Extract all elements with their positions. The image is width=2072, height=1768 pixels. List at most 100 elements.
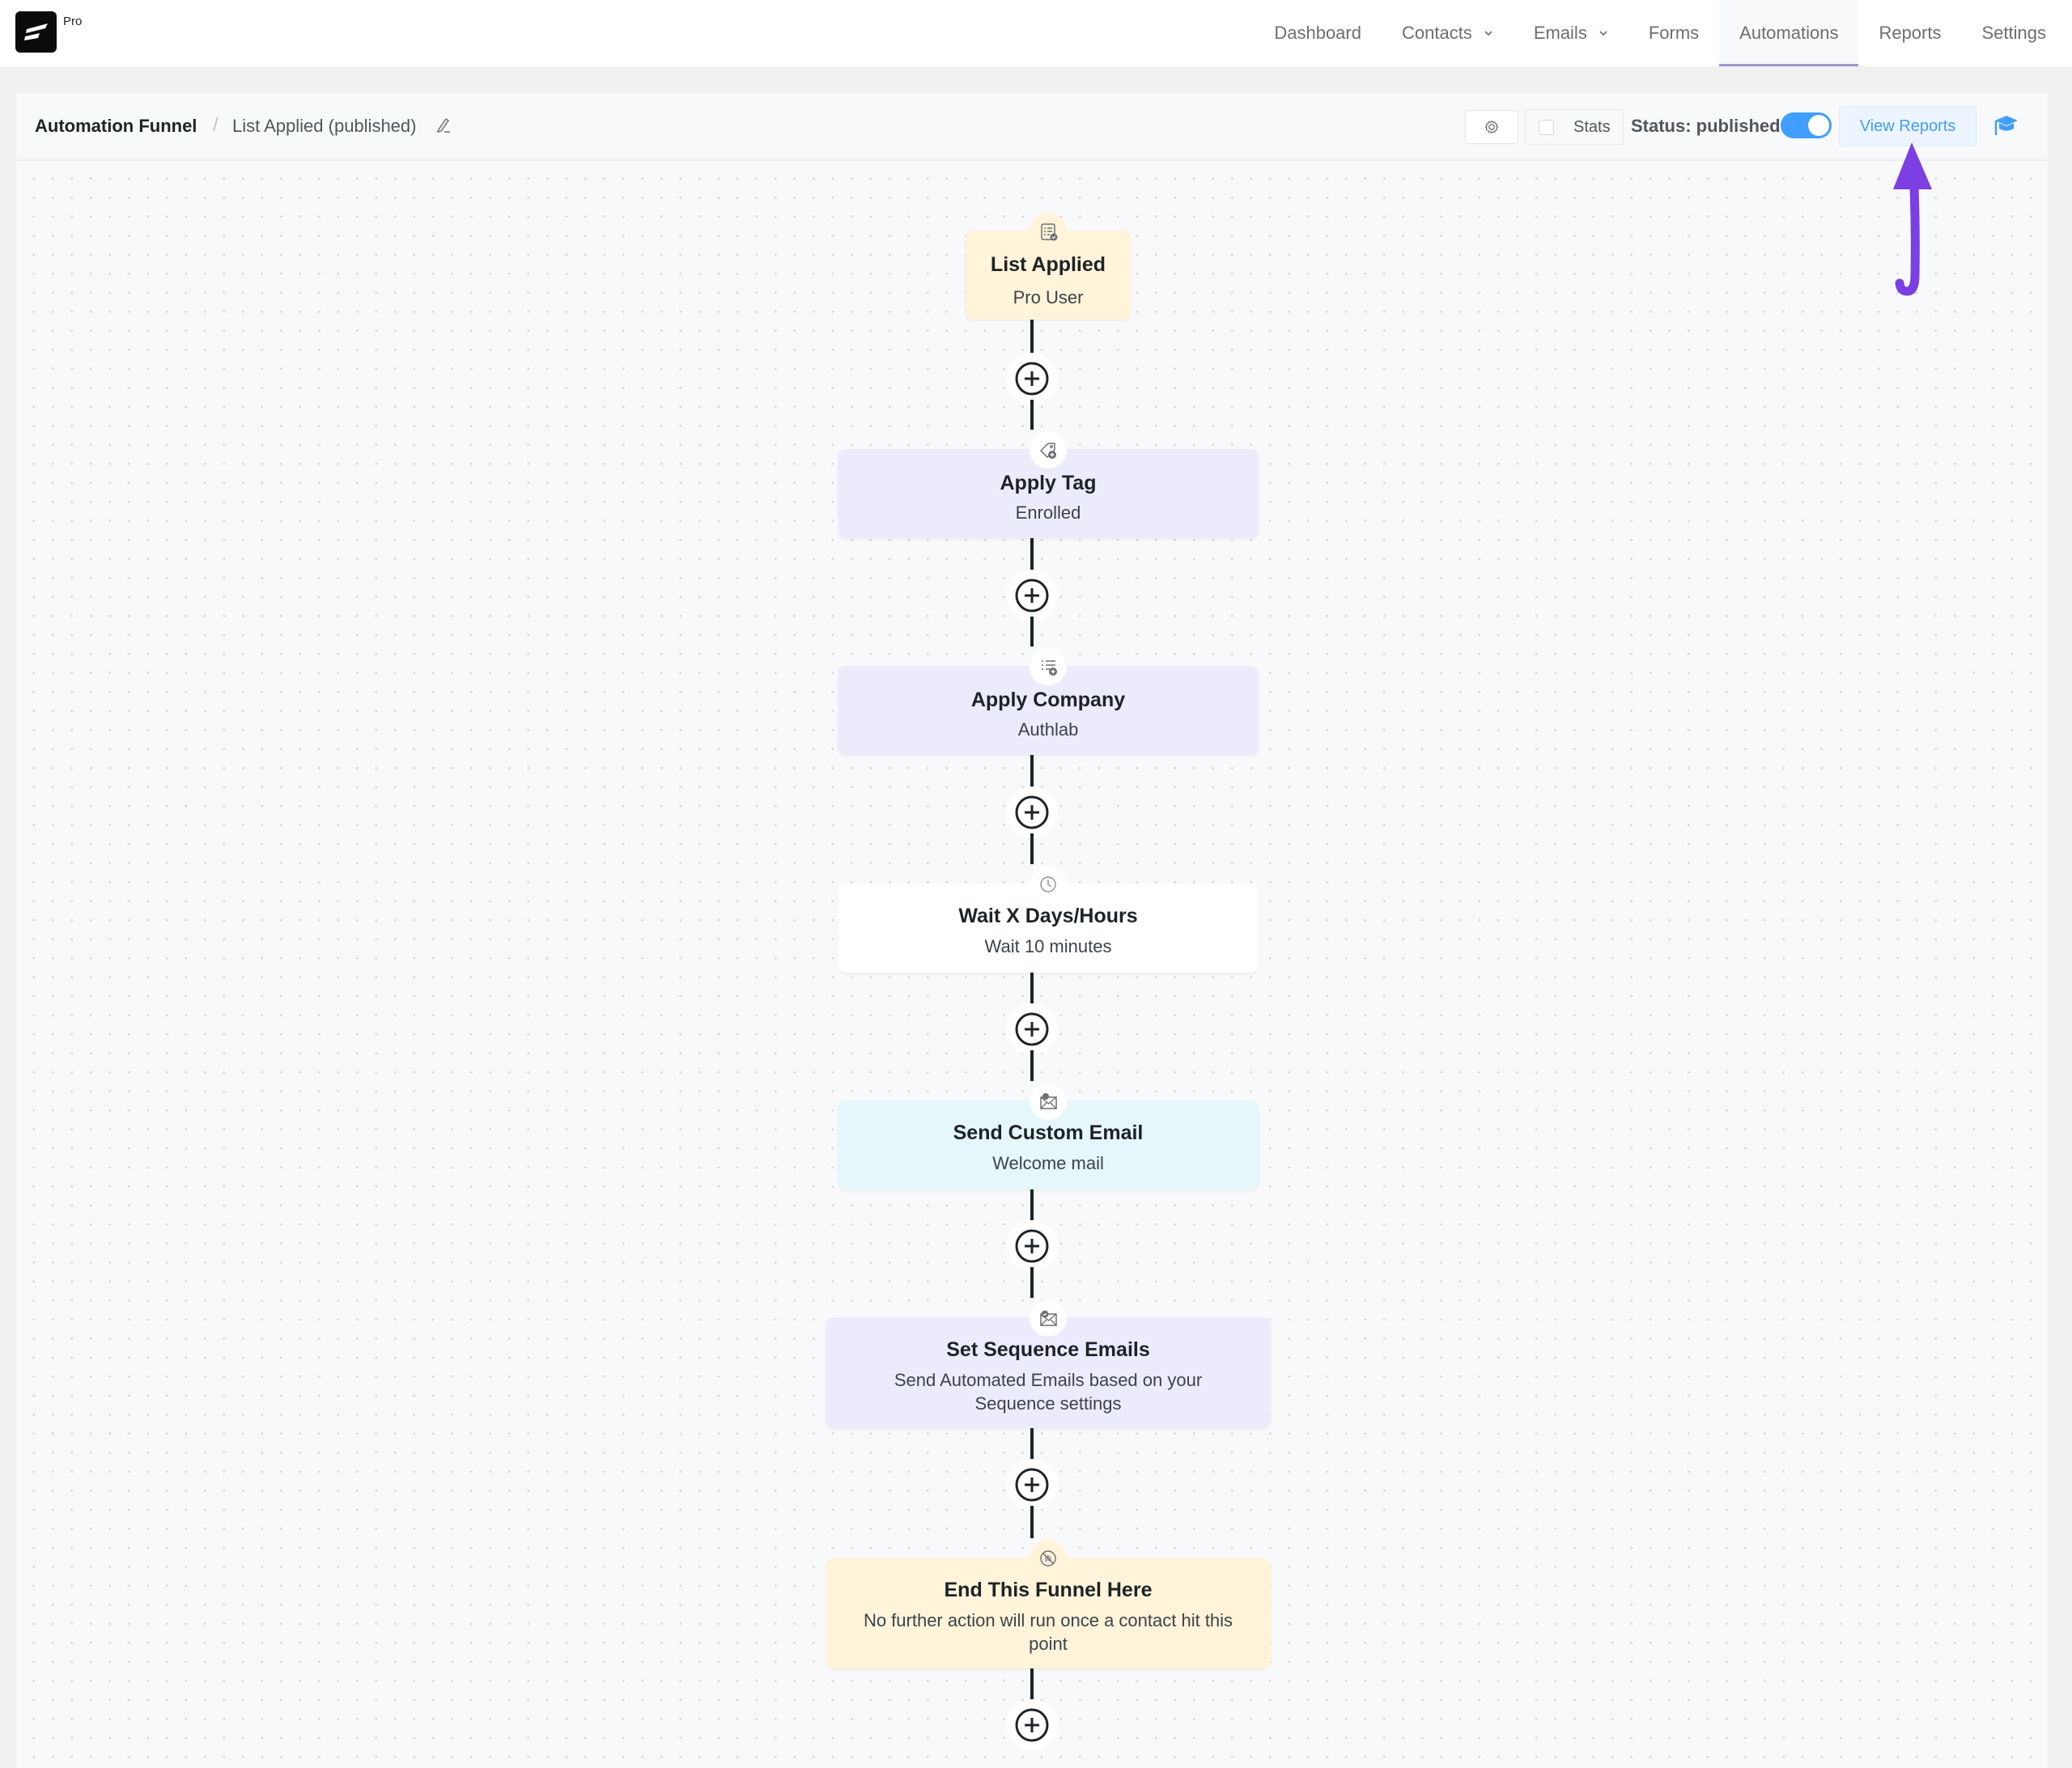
funnel-node[interactable]: List Applied Pro User [966, 213, 1131, 320]
graduation-cap-icon[interactable] [1992, 112, 2019, 138]
node-title: Apply Company [970, 689, 1126, 711]
flow-connector [1030, 1668, 1034, 1704]
add-step-button[interactable] [1014, 1228, 1050, 1264]
node-icon-badge [1030, 431, 1067, 468]
view-reports-label: View Reports [1859, 117, 1956, 135]
add-step-button[interactable] [1014, 795, 1050, 830]
funnel-node[interactable]: Apply Company Authlab [838, 648, 1259, 755]
nav-label: Dashboard [1274, 23, 1361, 43]
node-title: Wait X Days/Hours [958, 905, 1138, 927]
list-add-icon [1042, 660, 1057, 676]
nav-label: Automations [1739, 23, 1839, 43]
editor-header: Automation Funnel / List Applied (publis… [16, 93, 2048, 161]
chevron-down-icon [1599, 31, 1607, 36]
funnel-node[interactable]: Send Custom Email Welcome mail [838, 1083, 1259, 1189]
node-icon-badge [1030, 1300, 1067, 1337]
node-icon-badge [1030, 1083, 1067, 1120]
funnel-editor-card: Automation Funnel / List Applied (publis… [16, 93, 2048, 1768]
node-subtitle: Enrolled [1015, 502, 1081, 523]
plus-circle-icon [1015, 1229, 1049, 1263]
node-title: Send Custom Email [953, 1121, 1144, 1144]
plus-circle-icon [1015, 1012, 1049, 1046]
status-toggle[interactable] [1781, 112, 1832, 138]
plus-circle-icon [1015, 362, 1049, 396]
plus-circle-icon [1015, 1708, 1049, 1742]
nav-label: Contacts [1401, 23, 1472, 43]
flow-connector [1030, 1506, 1034, 1538]
plan-badge: Pro [63, 15, 83, 28]
node-icon-badge [1030, 648, 1067, 685]
add-step-button[interactable] [1014, 1467, 1050, 1503]
funnel-settings-button[interactable] [1465, 110, 1518, 144]
clock-icon [1040, 876, 1056, 892]
flow-connector [1030, 1050, 1034, 1081]
top-nav: Pro Dashboard Contacts Emails Forms Auto… [0, 0, 2072, 66]
funnel-title: List Applied (published) [232, 116, 417, 136]
node-icon-badge [1030, 213, 1067, 250]
stop-hand-icon [1040, 1550, 1056, 1567]
flow-connector [1030, 1267, 1034, 1298]
annotation-arrow-icon [1893, 142, 1932, 296]
funnel-node[interactable]: Wait X Days/Hours Wait 10 minutes [838, 866, 1259, 973]
add-step-button[interactable] [1014, 1011, 1050, 1047]
flow-connector [1030, 538, 1034, 574]
add-step-button[interactable] [1014, 578, 1050, 613]
node-title: Apply Tag [1000, 472, 1097, 494]
plus-circle-icon [1015, 795, 1049, 829]
node-title: End This Funnel Here [944, 1579, 1153, 1601]
plus-circle-icon [1015, 579, 1049, 613]
node-subtitle: Welcome mail [992, 1153, 1104, 1173]
nav-label: Forms [1648, 23, 1700, 43]
funnel-canvas: List Applied Pro User Apply Tag Enrolled App… [16, 163, 2048, 1768]
funnel-node[interactable]: Set Sequence Emails Send Automated Emails… [826, 1300, 1271, 1428]
nav-settings[interactable]: Settings [1962, 0, 2067, 66]
flow-connector [1030, 1428, 1034, 1464]
app-logo[interactable] [15, 11, 57, 53]
nav-label: Settings [1981, 23, 2047, 43]
add-step-button[interactable] [1014, 361, 1050, 396]
chevron-down-icon [1484, 31, 1492, 36]
stats-label: Stats [1573, 117, 1611, 136]
node-subtitle: Send Automated Emails based on your Sequ… [894, 1370, 1203, 1414]
email-check-icon [1040, 1310, 1057, 1326]
stats-toggle-button[interactable]: Stats [1525, 109, 1624, 145]
stats-checkbox[interactable] [1539, 119, 1554, 135]
flow-connector [1030, 1189, 1034, 1225]
flow-connector [1030, 755, 1034, 791]
nav-forms[interactable]: Forms [1628, 0, 1719, 66]
list-check-icon [1041, 223, 1058, 241]
node-subtitle: Pro User [1013, 287, 1084, 307]
nav-dashboard[interactable]: Dashboard [1254, 0, 1382, 66]
nav-label: Emails [1533, 23, 1587, 43]
status-label: Status: published [1631, 116, 1781, 136]
funnel-node[interactable]: End This Funnel Here No further action wi… [826, 1540, 1271, 1668]
breadcrumb-root[interactable]: Automation Funnel [35, 116, 197, 137]
toggle-knob [1808, 115, 1829, 136]
node-subtitle: Authlab [1017, 719, 1079, 740]
nav-label: Reports [1879, 23, 1942, 43]
pencil-icon[interactable] [435, 116, 452, 135]
main-menu: Dashboard Contacts Emails Forms Automati… [1254, 0, 2066, 66]
node-icon-badge [1030, 1540, 1067, 1577]
plus-circle-icon [1015, 1468, 1049, 1502]
node-subtitle: Wait 10 minutes [984, 936, 1112, 956]
funnel-node[interactable]: Apply Tag Enrolled [838, 431, 1259, 538]
nav-reports[interactable]: Reports [1858, 0, 1961, 66]
nav-emails[interactable]: Emails [1514, 0, 1628, 66]
flow-connector [1030, 320, 1034, 358]
node-subtitle: No further action will run once a contac… [863, 1610, 1233, 1654]
nav-contacts[interactable]: Contacts [1382, 0, 1514, 66]
node-icon-badge [1030, 866, 1067, 903]
flow-connector [1030, 973, 1034, 1008]
node-title: List Applied [990, 253, 1106, 276]
logo-icon [24, 23, 48, 40]
email-send-icon [1040, 1093, 1057, 1109]
tag-add-icon [1039, 443, 1056, 459]
gear-icon [1484, 120, 1499, 134]
add-step-button[interactable] [1014, 1707, 1050, 1743]
node-title: Set Sequence Emails [946, 1338, 1150, 1361]
nav-automations[interactable]: Automations [1719, 0, 1859, 66]
flow-connector [1030, 617, 1034, 647]
breadcrumb-separator: / [213, 114, 219, 136]
flow-connector [1030, 400, 1034, 430]
